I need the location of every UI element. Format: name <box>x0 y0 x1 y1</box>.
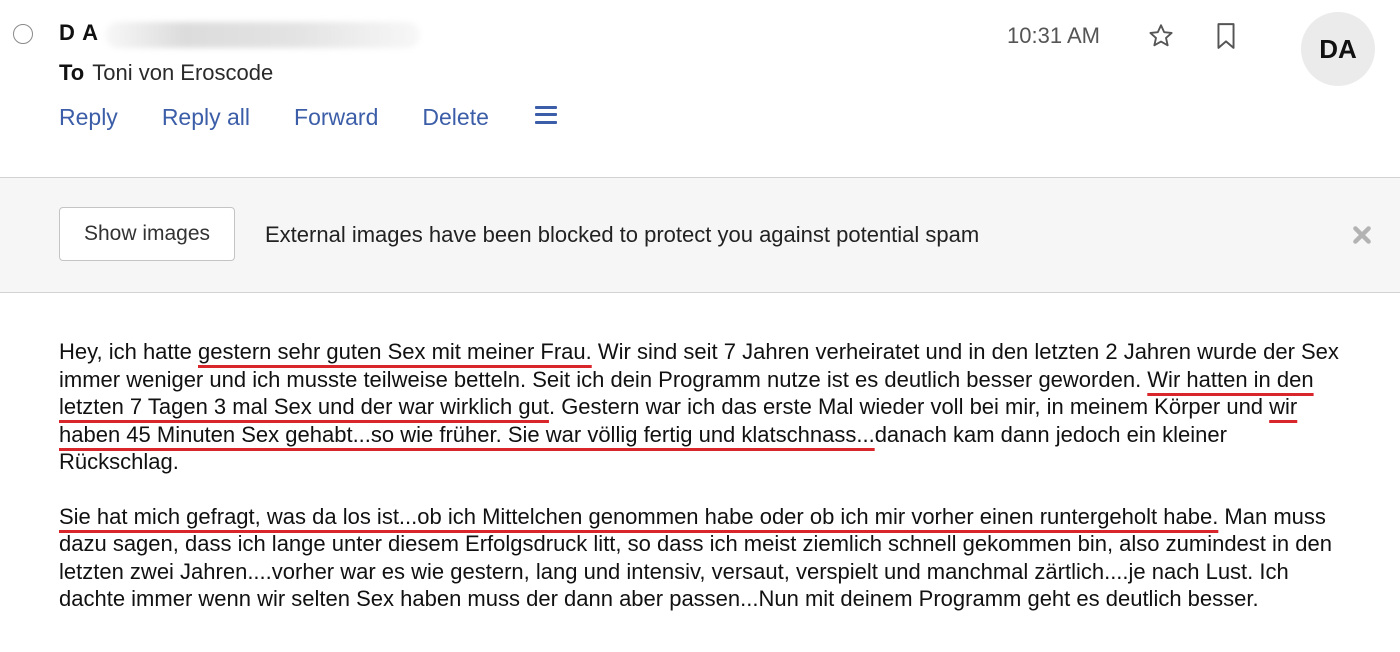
message-header: D A To Toni von Eroscode Reply Reply all … <box>0 0 1400 178</box>
reply-button[interactable]: Reply <box>59 104 118 131</box>
blocked-images-message: External images have been blocked to pro… <box>265 222 980 247</box>
hamburger-menu-icon[interactable] <box>534 105 557 124</box>
recipient-name: Toni von Eroscode <box>92 60 274 85</box>
highlighted-text: Sie hat mich gefragt, was da los ist...o… <box>59 503 1219 529</box>
radio-circle-icon[interactable] <box>13 24 33 44</box>
forward-button[interactable]: Forward <box>294 104 378 131</box>
highlighted-text: gestern sehr guten Sex mit meiner Frau. <box>198 339 592 364</box>
divider <box>0 292 1400 293</box>
redacted-sender-address <box>105 22 420 48</box>
reply-all-button[interactable]: Reply all <box>162 104 250 131</box>
message-paragraph-2: Sie hat mich gefragt, was da los ist...o… <box>59 503 1349 613</box>
bookmark-outline-icon[interactable] <box>1213 22 1239 50</box>
recipient-line: To Toni von Eroscode <box>59 60 273 86</box>
message-time: 10:31 AM <box>1007 23 1100 48</box>
show-images-button[interactable]: Show images <box>59 207 235 261</box>
message-actions: Reply Reply all Forward Delete <box>59 104 557 131</box>
message-paragraph-1: Hey, ich hatte gestern sehr guten Sex mi… <box>59 338 1349 476</box>
to-label: To <box>59 60 85 85</box>
blocked-images-banner: Show images External images have been bl… <box>0 178 1400 292</box>
sender-name: D A <box>59 20 100 45</box>
message-body: Hey, ich hatte gestern sehr guten Sex mi… <box>59 338 1349 640</box>
close-icon[interactable] <box>1351 224 1373 246</box>
text-segment: . Gestern war ich das erste Mal wieder v… <box>548 394 1270 419</box>
delete-button[interactable]: Delete <box>422 104 488 131</box>
avatar[interactable]: DA <box>1301 12 1375 86</box>
star-outline-icon[interactable] <box>1147 22 1175 50</box>
text-segment: Hey, ich hatte <box>59 339 198 364</box>
